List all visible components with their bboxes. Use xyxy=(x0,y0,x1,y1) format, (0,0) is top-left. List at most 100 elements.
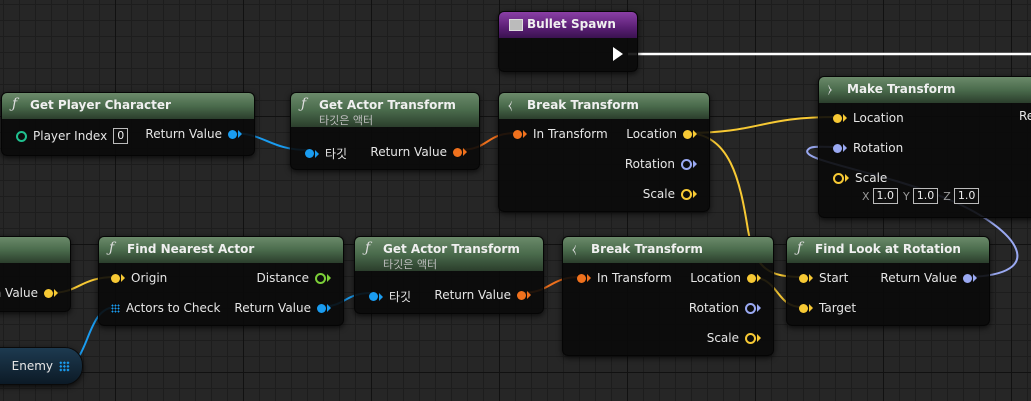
rotation-pin[interactable]: Rotation xyxy=(625,157,697,171)
break-transform-header: ⧼ Break Transform xyxy=(563,237,773,263)
return-value-label: Return Value xyxy=(234,301,311,315)
return-value-pin[interactable]: Return Value xyxy=(434,288,531,302)
break-transform-title: Break Transform xyxy=(591,242,703,256)
break-transform-node[interactable]: ⧼ Break Transform In Transform Location … xyxy=(562,236,774,356)
location-label: Location xyxy=(690,271,741,285)
function-icon: ƒ xyxy=(301,96,307,112)
find-nearest-actor-node[interactable]: ƒ Find Nearest Actor Origin Actors to Ch… xyxy=(98,236,344,326)
scale-x-input[interactable]: 1.0 xyxy=(872,188,899,204)
distance-label: Distance xyxy=(256,271,309,285)
enemy-label: Enemy xyxy=(11,359,53,373)
player-index-input[interactable]: 0 xyxy=(113,128,129,144)
bullet-spawn-title: Bullet Spawn xyxy=(527,17,616,31)
enemy-out-pin[interactable]: Enemy xyxy=(12,359,70,373)
scale-label: Scale xyxy=(855,171,888,185)
partial-node-header xyxy=(0,237,70,263)
z-label: Z xyxy=(943,189,951,203)
start-label: Start xyxy=(819,271,849,285)
rotation-label: Rotation xyxy=(853,141,904,155)
in-transform-label: In Transform xyxy=(597,271,672,285)
player-index-label: Player Index xyxy=(33,129,108,143)
location-pin[interactable]: Location xyxy=(626,127,697,141)
break-transform-header: ⧼ Break Transform xyxy=(499,93,709,119)
return-value-label: Return Value xyxy=(434,288,511,302)
scale-pin[interactable]: Scale xyxy=(643,187,697,201)
target-label: Target xyxy=(819,301,857,315)
get-player-character-node[interactable]: ƒ Get Player Character Player Index 0 Re… xyxy=(1,92,255,156)
get-actor-transform-header: ƒ Get Actor Transform 타깃은 액터 xyxy=(355,237,543,271)
scale-z-input[interactable]: 1.0 xyxy=(953,188,980,204)
find-nearest-actor-title: Find Nearest Actor xyxy=(127,242,255,256)
return-value-label: Return Value xyxy=(145,127,222,141)
start-pin[interactable]: Start xyxy=(799,271,848,285)
scale-pin[interactable]: Scale xyxy=(833,171,887,185)
rotation-pin[interactable]: Rotation xyxy=(689,301,761,315)
x-label: X xyxy=(862,189,870,203)
rotation-label: Rotation xyxy=(624,157,675,171)
function-icon: ƒ xyxy=(365,240,371,256)
make-transform-node[interactable]: ⧽ Make Transform Re Location Rotation Sc… xyxy=(818,76,1031,218)
partial-node[interactable]: n Value xyxy=(0,236,71,312)
target-label: 타깃 xyxy=(325,147,348,161)
target-pin[interactable]: 타깃 xyxy=(305,145,347,162)
return-value-pin[interactable]: n Value xyxy=(0,286,58,300)
array-icon xyxy=(59,360,70,372)
location-pin[interactable]: Location xyxy=(690,271,761,285)
player-index-pin[interactable]: Player Index 0 xyxy=(16,128,129,144)
return-value-pin[interactable]: Return Value xyxy=(234,301,331,315)
get-player-character-header: ƒ Get Player Character xyxy=(2,93,254,119)
target-label: 타깃 xyxy=(389,290,412,304)
return-value-label: Return Value xyxy=(370,145,447,159)
get-player-character-title: Get Player Character xyxy=(30,98,171,112)
function-icon: ƒ xyxy=(109,240,115,256)
rotation-label: Rotation xyxy=(688,301,739,315)
bullet-spawn-node[interactable]: Bullet Spawn xyxy=(498,11,638,72)
origin-label: Origin xyxy=(131,271,168,285)
function-icon: ƒ xyxy=(797,240,803,256)
return-value-label: n Value xyxy=(0,286,38,300)
distance-pin[interactable]: Distance xyxy=(257,271,331,285)
in-transform-pin[interactable]: In Transform xyxy=(577,271,672,285)
find-look-at-rotation-node[interactable]: ƒ Find Look at Rotation Start Target Ret… xyxy=(786,236,990,326)
location-pin[interactable]: Location xyxy=(833,111,904,125)
bullet-spawn-header: Bullet Spawn xyxy=(499,12,637,38)
get-actor-transform-title: Get Actor Transform xyxy=(383,242,520,256)
get-actor-transform-subtitle: 타깃은 액터 xyxy=(319,114,374,127)
return-value-pin[interactable]: Return Value xyxy=(370,145,467,159)
scale-label: Scale xyxy=(706,331,739,345)
actors-to-check-pin[interactable]: Actors to Check xyxy=(111,301,220,315)
rotation-pin[interactable]: Rotation xyxy=(833,141,903,155)
target-pin[interactable]: 타깃 xyxy=(369,288,411,305)
scale-y-input[interactable]: 1.0 xyxy=(912,188,939,204)
make-transform-header: ⧽ Make Transform Re xyxy=(819,77,1031,123)
return-value-pin[interactable]: Return Value xyxy=(880,271,977,285)
return-label-cut: Re xyxy=(1019,109,1031,123)
return-value-pin[interactable]: Return Value xyxy=(145,127,242,141)
get-actor-transform-title: Get Actor Transform xyxy=(319,98,456,112)
y-label: Y xyxy=(903,189,910,203)
scale-pin[interactable]: Scale xyxy=(707,331,761,345)
target-pin[interactable]: Target xyxy=(799,301,856,315)
origin-pin[interactable]: Origin xyxy=(111,271,167,285)
exec-out-pin[interactable] xyxy=(613,47,623,61)
array-icon xyxy=(111,303,120,313)
make-icon: ⧽ xyxy=(828,82,833,96)
scale-label: Scale xyxy=(642,187,675,201)
in-transform-pin[interactable]: In Transform xyxy=(513,127,608,141)
return-value-label: Return Value xyxy=(880,271,957,285)
make-transform-title: Make Transform xyxy=(847,82,956,96)
scale-xyz-inputs: X 1.0 Y 1.0 Z 1.0 xyxy=(857,188,980,204)
enemy-variable-node[interactable]: Enemy xyxy=(0,347,83,385)
get-actor-transform-node[interactable]: ƒ Get Actor Transform 타깃은 액터 타깃 Return V… xyxy=(354,236,544,314)
in-transform-label: In Transform xyxy=(533,127,608,141)
location-label: Location xyxy=(853,111,904,125)
get-actor-transform-header: ƒ Get Actor Transform 타깃은 액터 xyxy=(291,93,479,127)
break-transform-node[interactable]: ⧼ Break Transform In Transform Location … xyxy=(498,92,710,212)
find-look-at-rotation-title: Find Look at Rotation xyxy=(815,242,961,256)
get-actor-transform-node[interactable]: ƒ Get Actor Transform 타깃은 액터 타깃 Return V… xyxy=(290,92,480,170)
break-icon: ⧼ xyxy=(508,98,513,112)
actors-to-check-label: Actors to Check xyxy=(126,301,221,315)
break-icon: ⧼ xyxy=(572,242,577,256)
find-nearest-actor-header: ƒ Find Nearest Actor xyxy=(99,237,343,263)
location-label: Location xyxy=(626,127,677,141)
